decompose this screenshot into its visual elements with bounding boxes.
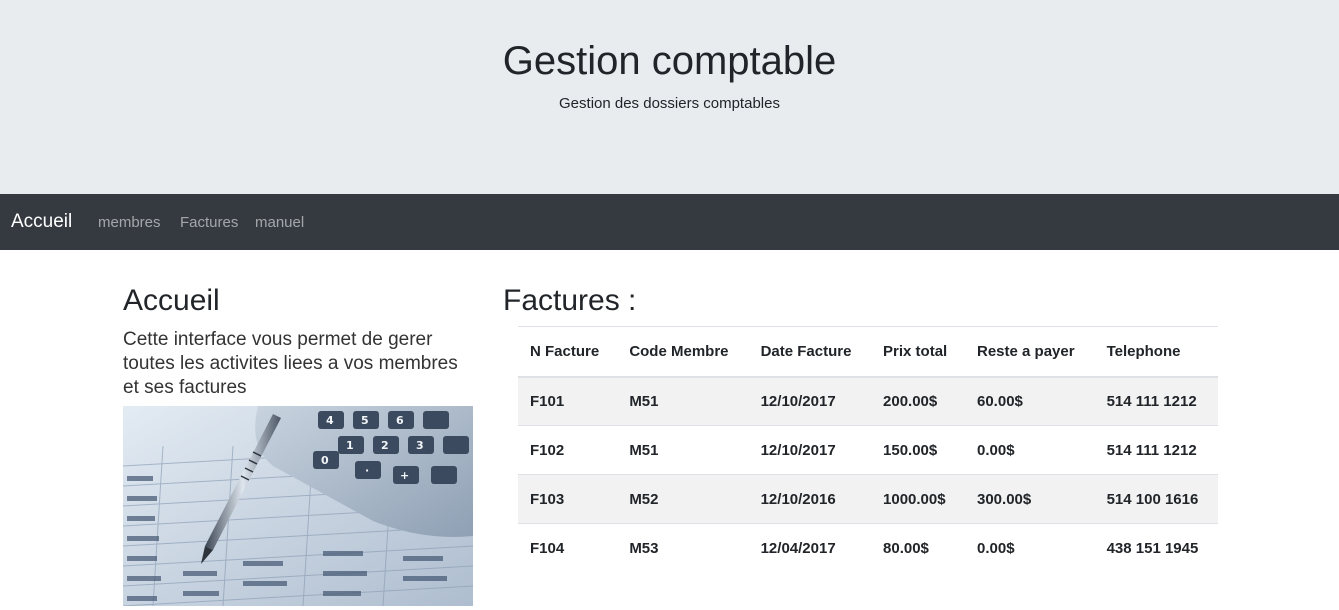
column-header-reste-a-payer: Reste a payer — [965, 326, 1095, 378]
cell-reste-a-payer: 60.00$ — [965, 376, 1095, 426]
table-row: F103 M52 12/10/2016 1000.00$ 300.00$ 514… — [518, 474, 1218, 524]
invoices-heading: Factures : — [503, 284, 637, 317]
cell-code-membre: M52 — [617, 474, 749, 524]
cell-telephone: 514 111 1212 — [1094, 425, 1218, 475]
cell-reste-a-payer: 300.00$ — [965, 474, 1095, 524]
nav-link-membres[interactable]: membres — [98, 213, 161, 233]
svg-text:0: 0 — [321, 454, 329, 467]
cell-telephone: 438 151 1945 — [1094, 523, 1218, 573]
svg-text:6: 6 — [396, 414, 404, 427]
navbar-brand-accueil[interactable]: Accueil — [11, 210, 72, 234]
cell-code-membre: M53 — [617, 523, 749, 573]
cell-date-facture: 12/04/2017 — [748, 523, 872, 573]
cell-prix-total: 200.00$ — [871, 376, 965, 426]
cell-prix-total: 150.00$ — [871, 425, 965, 475]
calculator-pen-image: 4 5 6 1 2 3 0 · + — [123, 406, 473, 606]
column-header-code-membre: Code Membre — [617, 326, 749, 378]
invoices-table: N Facture Code Membre Date Facture Prix … — [518, 326, 1218, 573]
table-row: F101 M51 12/10/2017 200.00$ 60.00$ 514 1… — [518, 376, 1218, 426]
intro-section: Accueil Cette interface vous permet de g… — [123, 282, 475, 400]
svg-text:·: · — [365, 464, 369, 477]
header-jumbotron: Gestion comptable Gestion des dossiers c… — [0, 0, 1339, 194]
cell-n-facture: F103 — [518, 474, 618, 524]
table-row: F104 M53 12/04/2017 80.00$ 0.00$ 438 151… — [518, 523, 1218, 573]
cell-reste-a-payer: 0.00$ — [965, 425, 1095, 475]
column-header-telephone: Telephone — [1094, 326, 1218, 378]
cell-telephone: 514 100 1616 — [1094, 474, 1218, 524]
column-header-n-facture: N Facture — [518, 326, 618, 378]
navbar: Accueil membres Factures manuel — [0, 194, 1339, 250]
svg-text:2: 2 — [381, 439, 389, 452]
cell-n-facture: F104 — [518, 523, 618, 573]
svg-text:+: + — [400, 469, 409, 482]
cell-n-facture: F101 — [518, 376, 618, 426]
svg-text:5: 5 — [361, 414, 369, 427]
table-header-row: N Facture Code Membre Date Facture Prix … — [518, 326, 1218, 378]
cell-telephone: 514 111 1212 — [1094, 376, 1218, 426]
cell-n-facture: F102 — [518, 425, 618, 475]
nav-link-factures[interactable]: Factures — [180, 213, 238, 233]
cell-reste-a-payer: 0.00$ — [965, 523, 1095, 573]
svg-text:4: 4 — [326, 414, 334, 427]
intro-text: Cette interface vous permet de gerer tou… — [123, 329, 458, 398]
cell-date-facture: 12/10/2017 — [748, 425, 872, 475]
nav-link-manuel[interactable]: manuel — [255, 213, 304, 233]
intro-heading: Accueil — [123, 284, 220, 317]
cell-code-membre: M51 — [617, 376, 749, 426]
page-subtitle: Gestion des dossiers comptables — [559, 95, 780, 112]
cell-prix-total: 80.00$ — [871, 523, 965, 573]
cell-code-membre: M51 — [617, 425, 749, 475]
svg-text:1: 1 — [346, 439, 354, 452]
table-row: F102 M51 12/10/2017 150.00$ 0.00$ 514 11… — [518, 425, 1218, 475]
cell-date-facture: 12/10/2017 — [748, 376, 872, 426]
cell-date-facture: 12/10/2016 — [748, 474, 872, 524]
svg-text:3: 3 — [416, 439, 424, 452]
page-title: Gestion comptable — [502, 39, 837, 83]
column-header-date-facture: Date Facture — [748, 326, 872, 378]
column-header-prix-total: Prix total — [871, 326, 965, 378]
cell-prix-total: 1000.00$ — [871, 474, 965, 524]
